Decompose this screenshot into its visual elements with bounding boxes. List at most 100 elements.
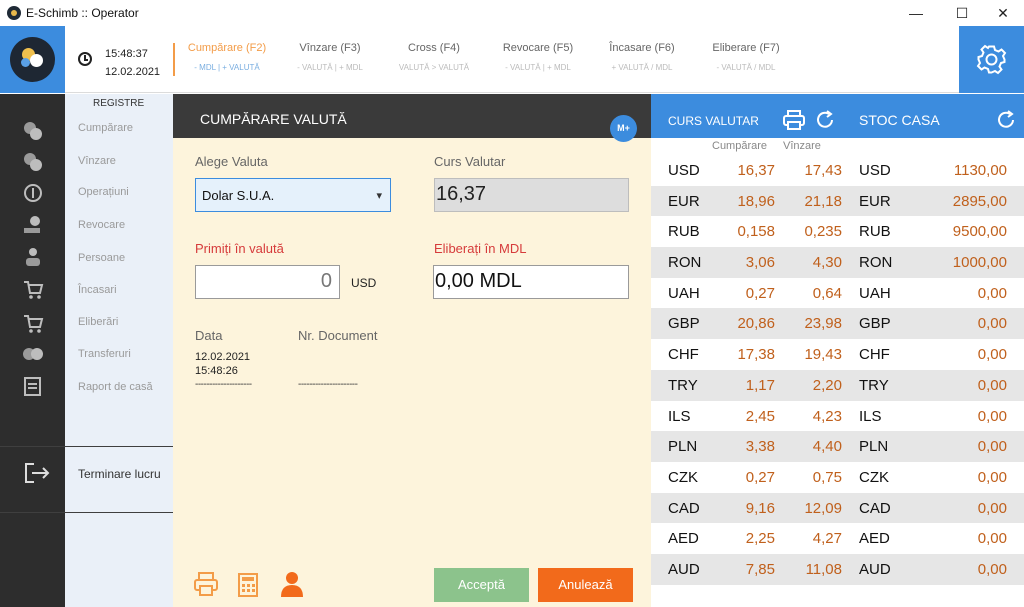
cart-icon[interactable] [22,312,44,334]
tab-vinzare[interactable]: Vînzare (F3) - VALUTĂ | + MDL [270,42,390,72]
dollar-coin-icon[interactable] [22,182,44,204]
tab-sublabel: VALUTĂ > VALUTĂ [398,63,470,72]
printer-icon[interactable] [783,110,805,130]
currency-code: EUR [668,192,700,210]
memory-add-button[interactable]: M+ [610,115,637,142]
buy-column-header: Cumpărare [712,140,768,152]
buy-rate: 20,86 [737,315,775,333]
buy-rate: 2,25 [745,530,775,548]
logout-button[interactable]: Terminare lucru [78,467,161,481]
stock-currency-code: CZK [859,468,889,486]
cancel-button[interactable]: Anulează [538,568,633,602]
settings-button[interactable] [959,26,1024,93]
sidebar-item-cumparare[interactable]: Cumpărare [78,122,133,134]
stock-amount: 0,00 [977,438,1007,456]
tab-label: Revocare (F5) [502,42,574,54]
tab-revocare[interactable]: Revocare (F5) - VALUTĂ | + MDL [478,42,598,72]
table-row: USD 16,37 17,43 USD 1130,00 [651,155,1024,186]
tab-cross[interactable]: Cross (F4) VALUTĂ > VALUTĂ [374,42,494,72]
stock-amount: 9500,00 [952,223,1007,241]
tab-sublabel: + VALUTĂ / MDL [611,63,673,72]
sidebar-item-transferuri[interactable]: Transferuri [78,348,131,360]
buy-rate: 1,17 [745,376,775,394]
stock-currency-code: USD [859,162,891,179]
tab-sublabel: - VALUTĂ | + MDL [505,63,571,72]
app-window: E-Schimb :: Operator — ☐ ✕ 15:48:37 12.0… [0,0,1024,607]
stock-currency-code: UAH [859,284,891,302]
refresh-icon[interactable] [995,109,1017,131]
stock-currency-code: ILS [859,407,882,425]
tab-sublabel: - VALUTĂ | + MDL [297,63,363,72]
stock-amount: 0,00 [977,468,1007,486]
cart-icon[interactable] [22,278,44,300]
calculator-icon[interactable] [236,570,262,598]
receive-currency-code: USD [351,276,377,290]
currency-code: UAH [668,284,700,302]
printer-icon[interactable] [193,570,219,598]
buy-rate: 16,37 [737,162,775,179]
table-row: UAH 0,27 0,64 UAH 0,00 [651,278,1024,309]
person-icon[interactable] [22,246,44,268]
stock-amount: 1130,00 [953,162,1007,179]
buy-rate: 7,85 [745,560,775,578]
currency-label: Alege Valuta [195,154,268,169]
sidebar-item-persoane[interactable]: Persoane [78,252,125,264]
sell-column-header: Vînzare [783,140,821,152]
table-row: CAD 9,16 12,09 CAD 0,00 [651,492,1024,524]
report-icon[interactable] [22,375,44,397]
tab-label: Vînzare (F3) [299,42,361,54]
tab-sublabel: - VALUTĂ / MDL [716,63,776,72]
currency-select-value: Dolar S.U.A. [202,188,275,203]
stock-amount: 1000,00 [952,254,1007,272]
tab-sublabel: - MDL | + VALUTĂ [194,63,260,72]
buy-rate: 9,16 [745,499,775,517]
sell-rate: 4,30 [812,254,842,272]
clock-icon [78,52,92,66]
sidebar-item-raport[interactable]: Raport de casă [78,381,153,393]
stock-currency-code: RON [859,254,893,272]
tab-eliberare[interactable]: Eliberare (F7) - VALUTĂ / MDL [686,42,806,72]
coins-icon[interactable] [22,151,44,173]
sell-rate: 0,75 [812,468,842,486]
date-underline: -------------------- [195,379,252,390]
close-button[interactable]: ✕ [985,0,1021,26]
rates-header: CURS VALUTAR [651,94,843,138]
date-label: Data [195,328,223,343]
person-icon[interactable] [279,570,305,598]
currency-code: GBP [668,315,700,333]
currency-code: AED [668,530,699,548]
tab-label: Cumpărare (F2) [187,42,267,54]
buy-rate: 0,27 [745,468,775,486]
sidebar-item-incasari[interactable]: Încasari [78,284,117,296]
stock-amount: 0,00 [977,499,1007,517]
hand-money-icon[interactable] [22,214,44,236]
stock-amount: 0,00 [977,284,1007,302]
logout-icon[interactable] [24,462,50,484]
sidebar-item-vinzare[interactable]: Vînzare [78,155,116,167]
maximize-button[interactable]: ☐ [944,0,980,26]
table-row: AED 2,25 4,27 AED 0,00 [651,523,1024,554]
document-time: 15:48:26 [195,365,238,377]
tab-cumparare[interactable]: Cumpărare (F2) - MDL | + VALUTĂ [167,42,287,72]
sidebar-divider [0,446,173,447]
minimize-button[interactable]: — [898,0,934,26]
accept-button[interactable]: Acceptă [434,568,529,602]
receive-amount-input[interactable]: 0 [195,265,340,299]
coins-icon[interactable] [22,120,44,142]
table-row: CZK 0,27 0,75 CZK 0,00 [651,462,1024,493]
buy-rate: 0,158 [737,223,775,241]
sidebar-item-eliberari[interactable]: Eliberări [78,316,118,328]
refresh-icon[interactable] [814,109,836,131]
header: 15:48:37 12.02.2021 Cumpărare (F2) - MDL… [0,26,1024,93]
currency-code: RON [668,254,702,272]
stock-amount: 0,00 [977,407,1007,425]
tab-incasare[interactable]: Încasare (F6) + VALUTĂ / MDL [582,42,702,72]
app-logo-icon [7,6,21,20]
gear-icon [976,44,1007,75]
transfer-icon[interactable] [22,343,44,365]
currency-select[interactable]: Dolar S.U.A. ▾ [195,178,391,212]
currency-code: ILS [668,407,691,425]
stock-amount: 0,00 [977,560,1007,578]
sidebar-item-revocare[interactable]: Revocare [78,219,125,231]
sidebar-item-operatiuni[interactable]: Operațiuni [78,186,129,198]
